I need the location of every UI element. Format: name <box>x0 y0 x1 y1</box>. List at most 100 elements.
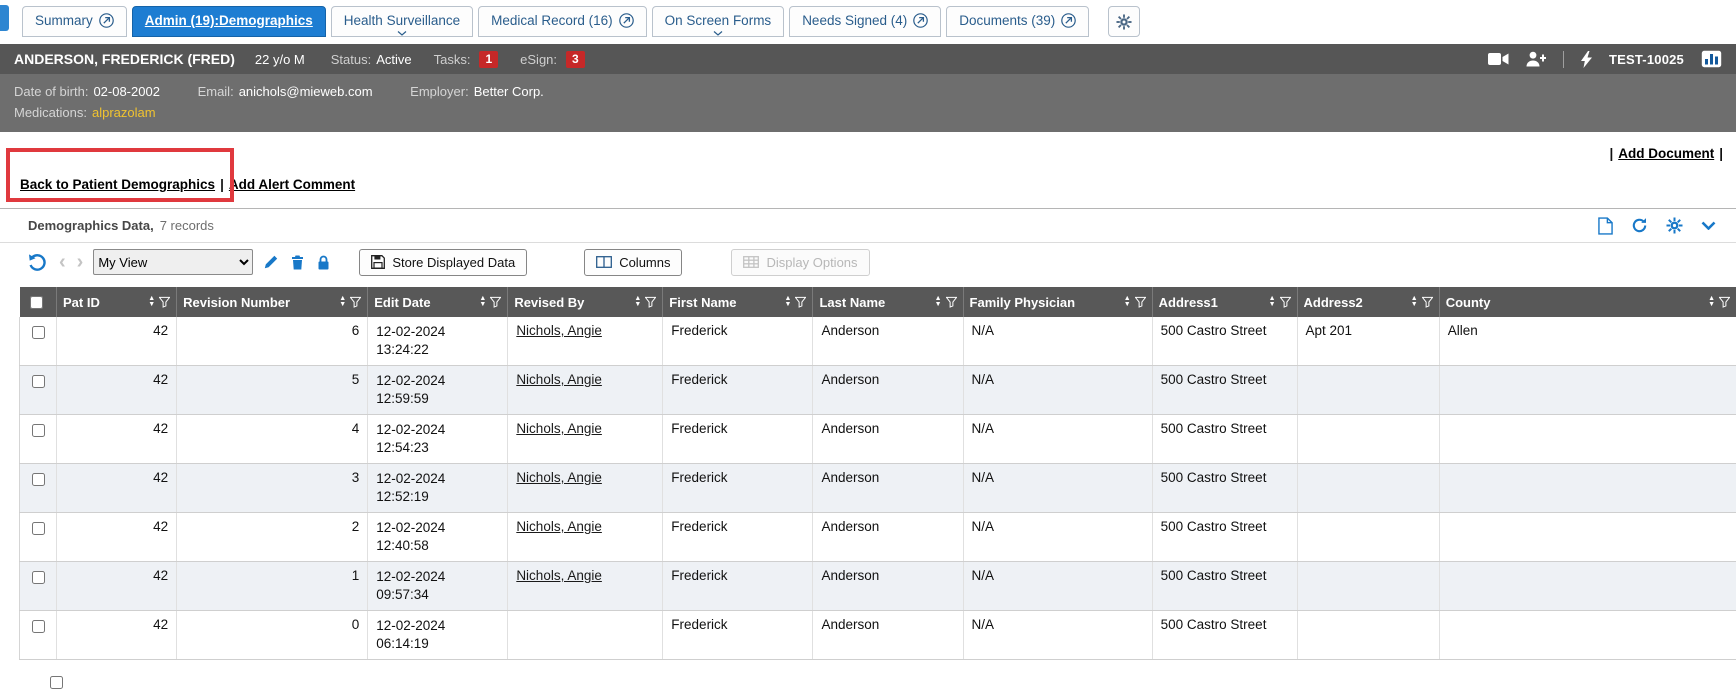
lightning-icon[interactable] <box>1581 51 1592 68</box>
filter-icon[interactable] <box>1135 296 1146 308</box>
filter-icon[interactable] <box>1280 296 1291 308</box>
sort-icon[interactable]: ▲▼ <box>935 296 942 308</box>
tab-settings-button[interactable] <box>1108 6 1140 37</box>
filter-icon[interactable] <box>1422 296 1433 308</box>
first-name-cell: Frederick <box>663 415 813 464</box>
revised-by-link[interactable]: Nichols, Angie <box>516 568 602 583</box>
popout-icon[interactable] <box>99 13 114 28</box>
add-person-icon[interactable] <box>1526 51 1546 67</box>
tab-medical-record[interactable]: Medical Record (16) <box>478 6 647 37</box>
last-name-cell: Anderson <box>813 317 963 366</box>
row-checkbox[interactable] <box>32 326 45 339</box>
undo-icon[interactable] <box>26 254 49 271</box>
tab-summary[interactable]: Summary <box>22 6 127 37</box>
col-header-first-name[interactable]: First Name▲▼ <box>663 287 813 317</box>
popout-icon[interactable] <box>1061 13 1076 28</box>
row-checkbox[interactable] <box>32 375 45 388</box>
sort-icon[interactable]: ▲▼ <box>634 296 641 308</box>
view-select[interactable]: My View <box>93 249 253 275</box>
tab-admin-demographics[interactable]: Admin (19):Demographics <box>132 6 326 37</box>
sort-icon[interactable]: ▲▼ <box>479 296 486 308</box>
filter-icon[interactable] <box>490 296 501 308</box>
filter-icon[interactable] <box>645 296 656 308</box>
first-name-cell: Frederick <box>663 317 813 366</box>
last-name-cell: Anderson <box>813 611 963 660</box>
select-all-checkbox[interactable] <box>30 296 43 309</box>
sort-icon[interactable]: ▲▼ <box>785 296 792 308</box>
edit-date-cell: 12-02-202412:59:59 <box>368 366 508 415</box>
revision-cell: 3 <box>177 464 368 513</box>
sort-icon[interactable]: ▲▼ <box>1708 296 1715 308</box>
sort-icon[interactable]: ▲▼ <box>339 296 346 308</box>
edit-pencil-icon[interactable] <box>262 255 280 269</box>
add-document-link[interactable]: Add Document <box>1618 146 1714 161</box>
col-header-family-physician[interactable]: Family Physician▲▼ <box>963 287 1152 317</box>
tab-documents[interactable]: Documents (39) <box>946 6 1089 37</box>
sort-icon[interactable]: ▲▼ <box>1124 296 1131 308</box>
popout-icon[interactable] <box>913 13 928 28</box>
filter-icon[interactable] <box>795 296 806 308</box>
patient-esign[interactable]: eSign: 3 <box>520 51 585 68</box>
sort-icon[interactable]: ▲▼ <box>1269 296 1276 308</box>
row-checkbox[interactable] <box>32 620 45 633</box>
columns-button[interactable]: Columns <box>584 249 682 276</box>
store-displayed-data-button[interactable]: Store Displayed Data <box>359 249 527 276</box>
prev-view-icon[interactable]: ‹ <box>58 252 67 272</box>
row-select-cell <box>20 611 57 660</box>
col-header-edit-date[interactable]: Edit Date▲▼ <box>368 287 508 317</box>
patient-details-line1: Date of birth:02-08-2002 Email:anichols@… <box>14 81 1722 102</box>
lock-icon[interactable] <box>315 255 332 270</box>
tab-health-surveillance[interactable]: Health Surveillance <box>331 6 473 37</box>
revised-by-link[interactable]: Nichols, Angie <box>516 372 602 387</box>
last-name-cell: Anderson <box>813 464 963 513</box>
video-camera-icon[interactable] <box>1488 52 1509 66</box>
revised-by-link[interactable]: Nichols, Angie <box>516 421 602 436</box>
filter-icon[interactable] <box>159 296 170 308</box>
filter-icon[interactable] <box>1719 296 1730 308</box>
row-checkbox[interactable] <box>50 676 63 689</box>
bar-chart-icon[interactable] <box>1701 50 1722 68</box>
gear-icon[interactable] <box>1666 217 1683 234</box>
medication-value[interactable]: alprazolam <box>92 105 156 120</box>
sort-icon[interactable]: ▲▼ <box>148 296 155 308</box>
col-header-last-name[interactable]: Last Name▲▼ <box>813 287 963 317</box>
esign-count-badge[interactable]: 3 <box>566 51 585 68</box>
revised-by-link[interactable]: Nichols, Angie <box>516 470 602 485</box>
patient-tasks[interactable]: Tasks: 1 <box>434 51 499 68</box>
revision-cell: 0 <box>177 611 368 660</box>
row-checkbox[interactable] <box>32 473 45 486</box>
patient-details-bar: Date of birth:02-08-2002 Email:anichols@… <box>0 74 1736 132</box>
divider <box>1563 51 1564 68</box>
pat-id-cell: 42 <box>57 464 177 513</box>
sort-icon[interactable]: ▲▼ <box>1411 296 1418 308</box>
filter-icon[interactable] <box>350 296 361 308</box>
popout-icon[interactable] <box>619 13 634 28</box>
new-document-icon[interactable] <box>1598 217 1613 235</box>
tab-on-screen-forms[interactable]: On Screen Forms <box>652 6 785 37</box>
row-checkbox[interactable] <box>32 571 45 584</box>
last-name-cell: Anderson <box>813 562 963 611</box>
family-physician-cell: N/A <box>963 317 1152 366</box>
col-header-address2[interactable]: Address2▲▼ <box>1297 287 1439 317</box>
edit-date: 12-02-2024 <box>376 568 499 586</box>
revised-by-cell: Nichols, Angie <box>508 366 663 415</box>
refresh-icon[interactable] <box>1631 217 1648 234</box>
tasks-count-badge[interactable]: 1 <box>479 51 498 68</box>
collapse-chevron-icon[interactable] <box>1701 221 1716 230</box>
filter-icon[interactable] <box>946 296 957 308</box>
col-header-revised-by[interactable]: Revised By▲▼ <box>508 287 663 317</box>
row-checkbox[interactable] <box>32 522 45 535</box>
trash-icon[interactable] <box>289 255 306 270</box>
tab-needs-signed[interactable]: Needs Signed (4) <box>789 6 941 37</box>
revised-by-link[interactable]: Nichols, Angie <box>516 519 602 534</box>
col-header-revision-number[interactable]: Revision Number▲▼ <box>177 287 368 317</box>
row-checkbox[interactable] <box>32 424 45 437</box>
col-header-pat-id[interactable]: Pat ID▲▼ <box>57 287 177 317</box>
back-to-patient-demographics-link[interactable]: Back to Patient Demographics <box>20 177 215 192</box>
next-view-icon[interactable]: › <box>76 252 85 272</box>
revised-by-link[interactable]: Nichols, Angie <box>516 323 602 338</box>
col-header-county[interactable]: County▲▼ <box>1439 287 1736 317</box>
address2-cell: Apt 201 <box>1297 317 1439 366</box>
col-header-address1[interactable]: Address1▲▼ <box>1152 287 1297 317</box>
add-alert-comment-link[interactable]: Add Alert Comment <box>229 177 355 192</box>
